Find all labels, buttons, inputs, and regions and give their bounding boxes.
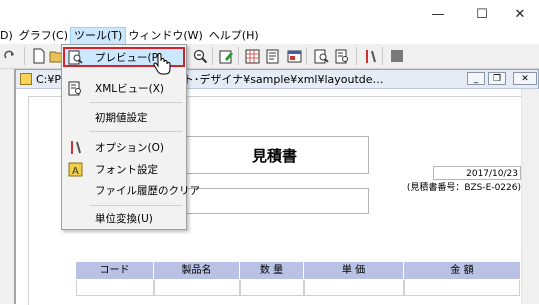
grid-icon[interactable] xyxy=(244,48,260,64)
menu-item-label: オプション(O) xyxy=(95,141,164,154)
vertical-scrollbar[interactable] xyxy=(521,89,539,304)
options-icon xyxy=(67,139,83,155)
redo-icon[interactable] xyxy=(2,48,18,64)
estimate-number[interactable]: (見積書番号：BZS-E-0226) xyxy=(396,182,521,195)
table-header-amount: 金 額 xyxy=(404,262,520,279)
stop-icon[interactable] xyxy=(389,48,405,64)
font-settings-icon: A xyxy=(67,161,83,177)
zoom-out-icon[interactable] xyxy=(192,48,208,64)
menu-file[interactable]: D) xyxy=(0,28,16,44)
table-cell[interactable] xyxy=(304,280,404,296)
menu-window[interactable]: ウィンドウ(W) xyxy=(125,28,205,44)
table-header-product: 製品名 xyxy=(154,262,240,279)
customer-field-box[interactable] xyxy=(180,188,369,214)
table-cell[interactable] xyxy=(240,280,304,296)
menu-item-label: フォント設定 xyxy=(95,163,158,176)
menu-item-unit-conversion[interactable]: 単位変換(U) xyxy=(63,208,185,228)
menu-item-label: 単位変換(U) xyxy=(95,212,153,225)
app-title-bar: — ☐ ✕ xyxy=(0,0,539,28)
edit-icon[interactable] xyxy=(218,48,234,64)
preview-icon xyxy=(67,49,83,65)
table-cell[interactable] xyxy=(154,280,240,296)
menu-item-label: 初期値設定 xyxy=(95,111,148,124)
menu-separator xyxy=(90,205,182,206)
menu-item-font-settings[interactable]: A フォント設定 xyxy=(63,159,185,179)
table-cell[interactable] xyxy=(404,280,520,296)
window-icon[interactable] xyxy=(286,48,302,64)
menu-help[interactable]: ヘルプ(H) xyxy=(206,28,262,44)
svg-text:A: A xyxy=(72,166,79,177)
menu-item-label: ファイル履歴のクリア xyxy=(95,184,200,197)
left-panel xyxy=(0,69,15,304)
child-minimize-button[interactable]: _ xyxy=(467,72,485,85)
document-title[interactable]: 見積書 xyxy=(180,136,369,174)
menu-item-label: XMLビュー(X) xyxy=(95,82,164,95)
table-header-code: コード xyxy=(76,262,154,279)
child-restore-button[interactable]: ❐ xyxy=(488,72,506,85)
xml-view-icon xyxy=(67,80,83,96)
menu-separator xyxy=(90,131,182,132)
maximize-button[interactable]: ☐ xyxy=(462,0,502,28)
menu-item-options[interactable]: オプション(O) xyxy=(63,137,185,157)
menu-separator xyxy=(90,102,182,103)
text-icon[interactable] xyxy=(264,48,280,64)
new-document-icon[interactable] xyxy=(31,48,47,64)
child-close-button[interactable]: ✕ xyxy=(513,72,537,85)
document-date[interactable]: 2017/10/23 xyxy=(433,166,521,180)
menu-item-initial-settings[interactable]: 初期値設定 xyxy=(63,107,185,127)
menu-item-xml-view[interactable]: XMLビュー(X) xyxy=(63,78,185,98)
table-header-quantity: 数 量 xyxy=(240,262,304,279)
options-icon[interactable] xyxy=(362,48,378,64)
preview-icon[interactable] xyxy=(313,48,329,64)
table-cell[interactable] xyxy=(76,280,154,296)
menu-tools[interactable]: ツール(T) xyxy=(70,27,127,45)
table-header-unit-price: 単 価 xyxy=(304,262,404,279)
menu-graph[interactable]: グラフ(C) xyxy=(16,28,71,44)
menu-bar: D) グラフ(C) ツール(T) ウィンドウ(W) ヘルプ(H) xyxy=(0,27,539,45)
menu-item-clear-history[interactable]: ファイル履歴のクリア xyxy=(63,180,200,200)
mouse-cursor-icon xyxy=(152,52,172,76)
close-button[interactable]: ✕ xyxy=(500,0,539,28)
minimize-button[interactable]: — xyxy=(418,0,458,28)
xml-view-icon[interactable] xyxy=(334,48,350,64)
document-icon xyxy=(20,73,32,85)
